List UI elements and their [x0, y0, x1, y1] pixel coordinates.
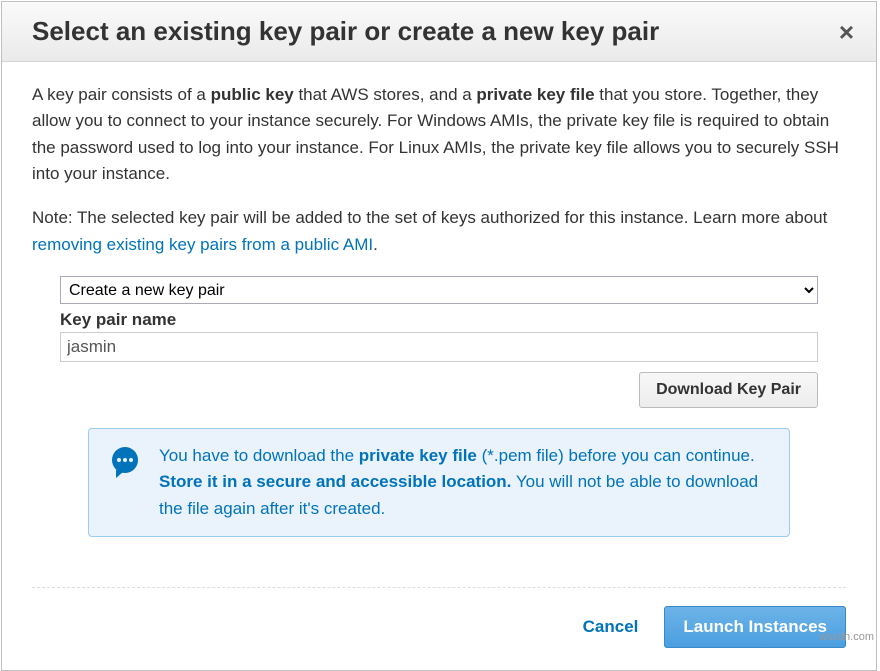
description-paragraph: A key pair consists of a public key that…: [32, 82, 846, 187]
info-text: You have to download the private key fil…: [159, 443, 773, 522]
text: .: [373, 235, 378, 254]
remove-keypairs-link[interactable]: removing existing key pairs from a publi…: [32, 235, 373, 254]
text: You have to download the: [159, 446, 359, 465]
info-alert: You have to download the private key fil…: [88, 428, 790, 537]
text: that AWS stores, and a: [294, 85, 477, 104]
dialog-footer: Cancel Launch Instances: [2, 588, 876, 670]
bold-private-key-file: private key file: [359, 446, 477, 465]
attribution-text: wsxdn.com: [819, 631, 874, 643]
dialog-body: A key pair consists of a public key that…: [2, 62, 876, 559]
download-keypair-button[interactable]: Download Key Pair: [639, 372, 818, 408]
form-area: Create a new key pair Key pair name Down…: [60, 276, 818, 537]
bold-public-key: public key: [211, 85, 294, 104]
keypair-name-input[interactable]: [60, 332, 818, 362]
keypair-name-label: Key pair name: [60, 310, 818, 330]
keypair-dialog: Select an existing key pair or create a …: [1, 1, 877, 671]
bold-private-key-file: private key file: [476, 85, 594, 104]
bold-store-location: Store it in a secure and accessible loca…: [159, 472, 511, 491]
close-icon[interactable]: ×: [839, 19, 854, 45]
keypair-action-select[interactable]: Create a new key pair: [60, 276, 818, 304]
dialog-header: Select an existing key pair or create a …: [2, 2, 876, 62]
download-row: Download Key Pair: [60, 372, 818, 408]
text: A key pair consists of a: [32, 85, 211, 104]
dialog-title: Select an existing key pair or create a …: [32, 16, 659, 47]
text: (*.pem file) before you can continue.: [477, 446, 755, 465]
text: Note: The selected key pair will be adde…: [32, 208, 827, 227]
cancel-button[interactable]: Cancel: [583, 617, 639, 637]
note-paragraph: Note: The selected key pair will be adde…: [32, 205, 846, 258]
info-icon: [107, 445, 143, 481]
